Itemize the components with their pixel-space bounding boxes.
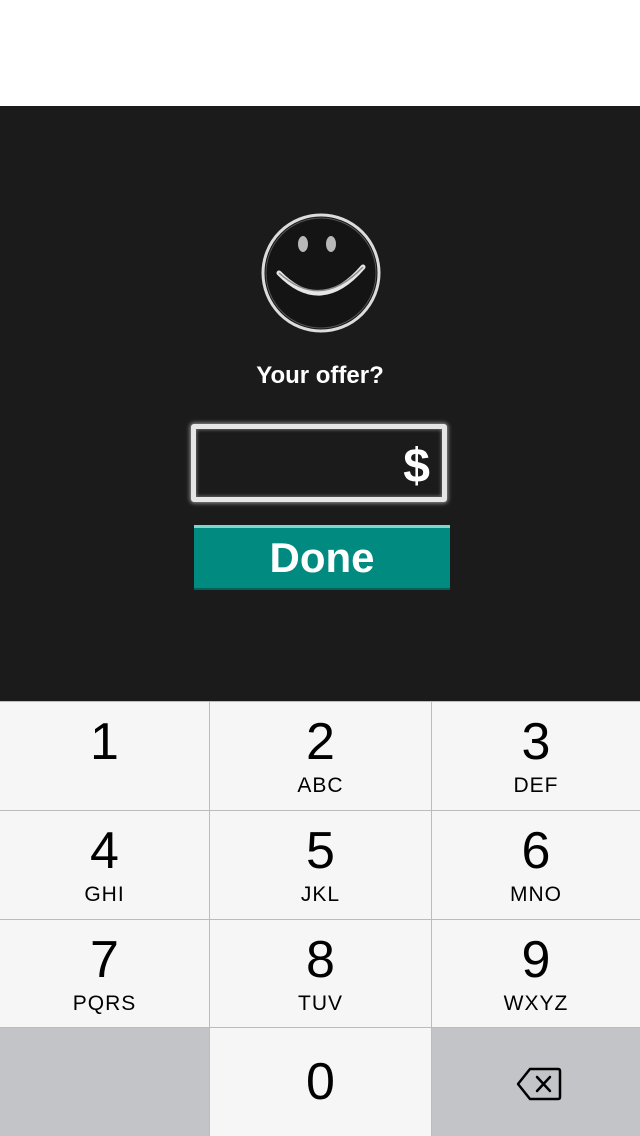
key-digit: 3	[521, 713, 551, 771]
key-letters: JKL	[300, 883, 341, 906]
key-digit: 7	[90, 931, 119, 989]
offer-amount-field[interactable]: $	[191, 424, 447, 502]
key-digit: 6	[521, 822, 551, 880]
key-9[interactable]: 9 WXYZ	[432, 920, 640, 1027]
key-digit: 1	[90, 713, 119, 771]
key-8[interactable]: 8 TUV	[210, 920, 431, 1027]
key-digit: 9	[521, 931, 551, 989]
key-7[interactable]: 7 PQRS	[0, 920, 209, 1027]
done-button[interactable]: Done	[194, 525, 450, 590]
key-1[interactable]: 1	[0, 702, 209, 810]
key-digit: 0	[306, 1053, 335, 1111]
smiley-face-icon	[259, 211, 383, 335]
key-letters: DEF	[513, 774, 559, 797]
delete-key[interactable]	[432, 1028, 640, 1136]
key-digit: 4	[90, 822, 119, 880]
offer-prompt: Your offer?	[256, 362, 384, 389]
key-6[interactable]: 6 MNO	[432, 811, 640, 919]
key-letters: ABC	[297, 774, 344, 797]
numeric-keypad: 1 2 ABC 3 DEF 4 GHI 5 JKL 6 MNO 7 PQRS 8…	[0, 701, 640, 1136]
key-blank	[0, 1028, 209, 1136]
key-3[interactable]: 3 DEF	[432, 702, 640, 810]
offer-panel	[0, 106, 640, 701]
key-letters: MNO	[510, 883, 562, 906]
key-5[interactable]: 5 JKL	[210, 811, 431, 919]
key-4[interactable]: 4 GHI	[0, 811, 209, 919]
status-area	[0, 0, 640, 106]
key-letters: TUV	[298, 992, 343, 1015]
key-letters: PQRS	[72, 992, 137, 1015]
offer-amount-input[interactable]	[206, 435, 386, 491]
key-0[interactable]: 0	[210, 1028, 431, 1136]
backspace-icon	[516, 1067, 562, 1106]
key-digit: 2	[306, 713, 335, 771]
key-letters: WXYZ	[503, 992, 569, 1015]
key-digit: 5	[306, 822, 335, 880]
key-digit: 8	[306, 931, 335, 989]
currency-symbol: $	[403, 440, 430, 493]
key-2[interactable]: 2 ABC	[210, 702, 431, 810]
key-letters: GHI	[84, 883, 125, 906]
